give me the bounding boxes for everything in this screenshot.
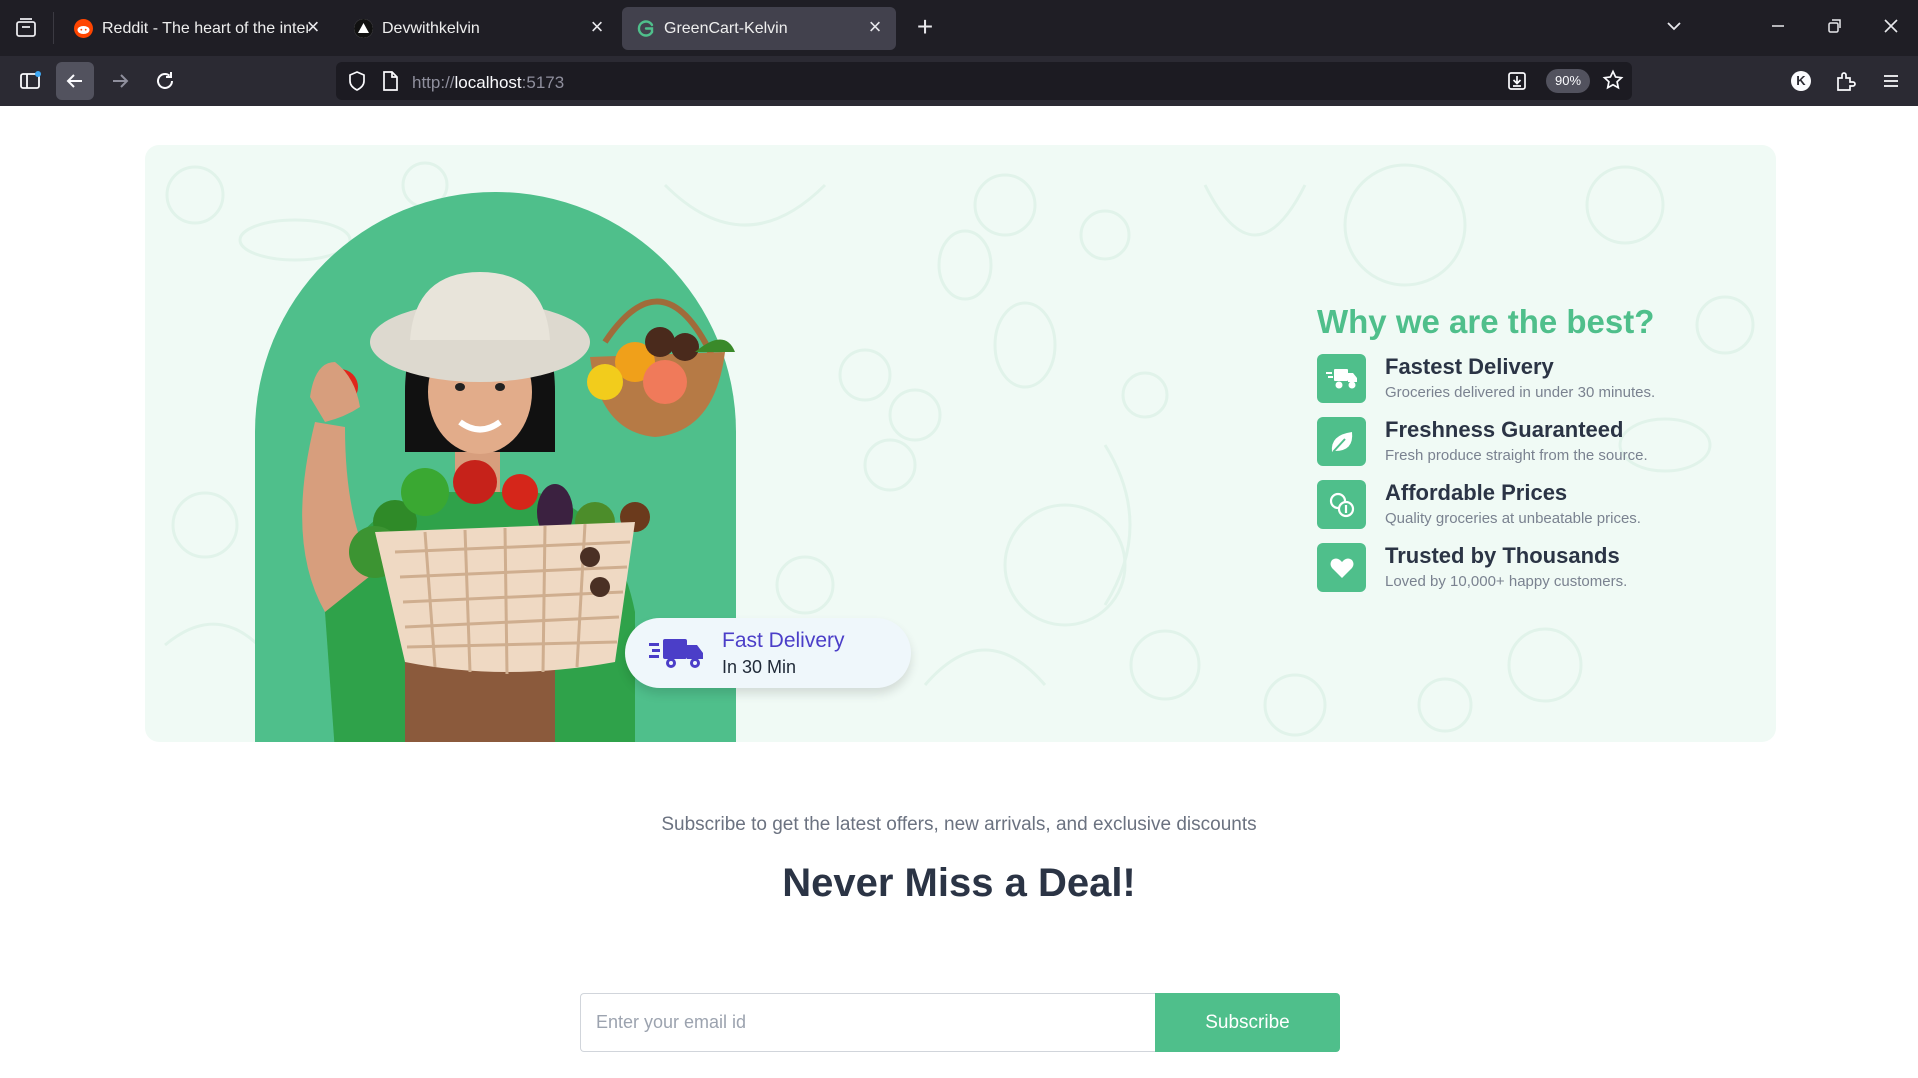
browser-nav-bar: http://localhost:5173 90% K	[0, 56, 1918, 106]
bookmark-star-icon[interactable]	[1602, 69, 1624, 96]
shield-icon[interactable]	[346, 70, 368, 97]
heart-hand-icon	[1317, 543, 1366, 592]
greencart-icon	[636, 19, 655, 38]
tab-devwithkelvin[interactable]: Devwithkelvin ×	[340, 7, 610, 50]
url-scheme: http://	[412, 73, 455, 92]
extensions-icon[interactable]	[1830, 66, 1860, 96]
url-text[interactable]: http://localhost:5173	[412, 73, 564, 93]
close-tab-icon[interactable]: ×	[302, 16, 324, 38]
tab-reddit[interactable]: Reddit - The heart of the interne ×	[60, 7, 328, 50]
reddit-icon	[74, 19, 93, 38]
restore-icon[interactable]	[1822, 16, 1846, 40]
badge-title: Fast Delivery	[722, 629, 845, 652]
feature-desc: Groceries delivered in under 30 minutes.	[1385, 384, 1656, 401]
triangle-icon	[354, 19, 373, 38]
tab-title: Reddit - The heart of the interne	[102, 20, 308, 37]
sidebar-icon[interactable]	[15, 66, 45, 96]
feature-desc: Quality groceries at unbeatable prices.	[1385, 510, 1641, 527]
why-best-banner: Fast Delivery In 30 Min Why we are the b…	[145, 145, 1776, 742]
feature-trusted-by-thousands: Trusted by Thousands Loved by 10,000+ ha…	[1317, 543, 1757, 595]
feature-freshness-guaranteed: Freshness Guaranteed Fresh produce strai…	[1317, 417, 1757, 469]
badge-subtitle: In 30 Min	[722, 657, 797, 677]
save-page-icon[interactable]	[1506, 70, 1528, 97]
delivery-truck-icon	[1317, 354, 1366, 403]
email-input[interactable]	[580, 993, 1155, 1052]
profile-initial: K	[1791, 71, 1811, 91]
tab-greencart[interactable]: GreenCart-Kelvin ×	[622, 7, 896, 50]
fast-delivery-badge: Fast Delivery In 30 Min	[625, 618, 911, 688]
tab-separator	[53, 12, 54, 44]
tab-list-icon[interactable]	[14, 16, 38, 40]
newsletter-form: Subscribe	[580, 993, 1340, 1052]
url-host: localhost	[454, 73, 522, 92]
feature-title: Trusted by Thousands	[1385, 543, 1620, 568]
subscribe-button[interactable]: Subscribe	[1155, 993, 1340, 1052]
feature-title: Affordable Prices	[1385, 480, 1568, 505]
delivery-truck-icon	[649, 639, 703, 668]
coins-icon	[1317, 480, 1366, 529]
tab-title: GreenCart-Kelvin	[664, 20, 788, 37]
browser-tab-bar: Reddit - The heart of the interne × Devw…	[0, 0, 1918, 56]
menu-icon[interactable]	[1876, 66, 1906, 96]
close-window-icon[interactable]	[1879, 16, 1903, 40]
zoom-level-badge[interactable]: 90%	[1546, 69, 1590, 93]
reload-icon[interactable]	[150, 66, 180, 96]
url-bar[interactable]: http://localhost:5173 90%	[336, 62, 1632, 100]
feature-desc: Fresh produce straight from the source.	[1385, 447, 1648, 464]
why-best-heading: Why we are the best?	[1317, 303, 1655, 340]
forward-icon[interactable]	[105, 66, 135, 96]
feature-desc: Loved by 10,000+ happy customers.	[1385, 573, 1628, 590]
back-icon[interactable]	[56, 62, 94, 100]
profile-avatar[interactable]: K	[1786, 66, 1816, 96]
page-icon[interactable]	[380, 70, 400, 97]
close-tab-icon[interactable]: ×	[864, 16, 886, 38]
minimize-icon[interactable]	[1766, 16, 1790, 40]
newsletter-title: Never Miss a Deal!	[782, 861, 1136, 905]
page-content: Fast Delivery In 30 Min Why we are the b…	[0, 106, 1918, 1078]
close-tab-icon[interactable]: ×	[586, 16, 608, 38]
newsletter-subtitle: Subscribe to get the latest offers, new …	[661, 814, 1257, 835]
tab-title: Devwithkelvin	[382, 20, 480, 37]
feature-affordable-prices: Affordable Prices Quality groceries at u…	[1317, 480, 1757, 532]
leaf-icon	[1317, 417, 1366, 466]
new-tab-icon[interactable]: +	[912, 13, 938, 41]
feature-title: Freshness Guaranteed	[1385, 417, 1624, 442]
feature-fastest-delivery: Fastest Delivery Groceries delivered in …	[1317, 354, 1757, 406]
list-all-tabs-icon[interactable]	[1662, 16, 1686, 40]
url-port: :5173	[521, 73, 565, 92]
feature-title: Fastest Delivery	[1385, 354, 1554, 379]
